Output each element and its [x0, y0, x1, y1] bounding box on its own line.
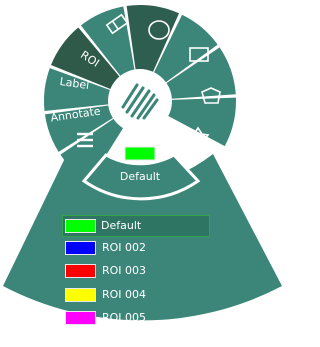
roi-list-item-label: ROI 005	[102, 311, 147, 324]
roi-list-item-label: ROI 004	[102, 288, 147, 301]
roi-color-swatch	[65, 311, 96, 325]
current-roi-swatch	[124, 146, 156, 161]
roi-list-item-label: ROI 003	[102, 264, 147, 277]
roi-color-swatch	[65, 264, 96, 278]
roi-list-item[interactable]: ROI 005	[65, 310, 210, 328]
roi-color-swatch	[65, 241, 96, 255]
roi-list-item[interactable]: Default	[62, 215, 210, 237]
roi-list-item-label: ROI 002	[102, 241, 147, 254]
current-roi-label: Default	[120, 170, 161, 183]
roi-list-item[interactable]: ROI 004	[65, 287, 210, 305]
roi-color-swatch	[65, 219, 96, 233]
star-sector[interactable]	[168, 97, 236, 147]
roi-list-item[interactable]: ROI 002	[65, 240, 210, 258]
roi-color-swatch	[65, 288, 96, 302]
roi-list-item-label: Default	[101, 219, 142, 232]
roi-list-item[interactable]: ROI 003	[65, 263, 210, 281]
center-hatch-button[interactable]	[113, 74, 167, 128]
